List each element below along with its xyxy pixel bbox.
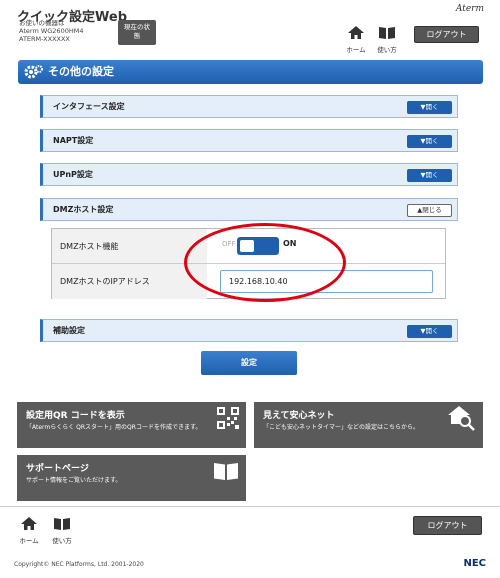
section-label: 補助設定 (53, 326, 85, 335)
device-id: ATERM-XXXXXX (19, 35, 70, 43)
nec-logo: NEC (463, 558, 486, 569)
status-button-label: 現在の状態 (124, 23, 150, 40)
section-aux[interactable]: 補助設定 ▼開く (40, 319, 458, 342)
copyright: Copyright© NEC Platforms, Ltd. 2001-2020 (14, 561, 144, 568)
card-desc: 「Atermらくらく QRスタート」用のQRコードを作成できます。 (26, 424, 202, 431)
section-upnp[interactable]: UPnP設定 ▼開く (40, 163, 458, 186)
close-button[interactable]: ▲閉じる (407, 204, 452, 217)
usage-label: 使い方 (377, 46, 397, 54)
section-label: NAPT設定 (53, 136, 94, 145)
usage-label: 使い方 (52, 537, 72, 545)
open-button[interactable]: ▼開く (407, 325, 452, 338)
home-label: ホーム (19, 537, 39, 545)
qr-card[interactable]: 設定用QR コードを表示 「Atermらくらく QRスタート」用のQRコードを作… (17, 402, 246, 448)
dmz-ip-label: DMZホストのIPアドレス (52, 264, 207, 299)
book-icon (213, 462, 239, 484)
section-label: UPnP設定 (53, 170, 93, 179)
open-button[interactable]: ▼開く (407, 169, 452, 182)
usage-link[interactable]: 使い方 (376, 24, 398, 54)
logout-button[interactable]: ログアウト (414, 26, 479, 43)
card-desc: 「こども安心ネットタイマー」などの設定はこちらから。 (263, 424, 420, 431)
book-icon (54, 518, 70, 530)
highlight-ellipse (184, 223, 346, 302)
device-model: Aterm WG2600HM4 (19, 27, 84, 35)
card-title: 見えて安心ネット (263, 411, 335, 421)
submit-button[interactable]: 設定 (201, 351, 297, 375)
gear-icon (24, 63, 44, 90)
card-title: サポートページ (26, 464, 89, 474)
card-title: 設定用QR コードを表示 (26, 411, 125, 421)
status-button[interactable]: 現在の状態 (118, 20, 156, 45)
section-dmz[interactable]: DMZホスト設定 ▲閉じる (40, 198, 458, 221)
section-napt[interactable]: NAPT設定 ▼開く (40, 129, 458, 152)
house-search-icon (448, 406, 476, 436)
footer-usage-link[interactable]: 使い方 (51, 515, 73, 545)
home-icon (348, 26, 364, 39)
open-button[interactable]: ▼開く (407, 135, 452, 148)
support-card[interactable]: サポートページ サポート情報をご覧いただけます。 (17, 455, 246, 501)
footer-home-link[interactable]: ホーム (19, 515, 39, 545)
header: クイック設定Web お使いの機器は Aterm WG2600HM4 ATERM-… (0, 0, 500, 54)
brand-logo: Aterm (455, 4, 484, 14)
page-title-bar: その他の設定 (18, 60, 483, 84)
section-interface[interactable]: インタフェース設定 ▼開く (40, 95, 458, 118)
home-label: ホーム (346, 46, 366, 54)
footer-divider (0, 506, 500, 507)
page-title: その他の設定 (48, 65, 114, 78)
open-button[interactable]: ▼開く (407, 101, 452, 114)
device-line: お使いの機器は (19, 19, 65, 27)
book-icon (379, 27, 395, 39)
card-desc: サポート情報をご覧いただけます。 (26, 477, 122, 484)
section-label: DMZホスト設定 (53, 205, 114, 214)
qr-code-icon (217, 407, 239, 433)
section-label: インタフェース設定 (53, 102, 125, 111)
home-link[interactable]: ホーム (346, 24, 366, 54)
home-icon (21, 517, 37, 530)
footer-logout-button[interactable]: ログアウト (413, 516, 482, 535)
mieru-card[interactable]: 見えて安心ネット 「こども安心ネットタイマー」などの設定はこちらから。 (254, 402, 483, 448)
